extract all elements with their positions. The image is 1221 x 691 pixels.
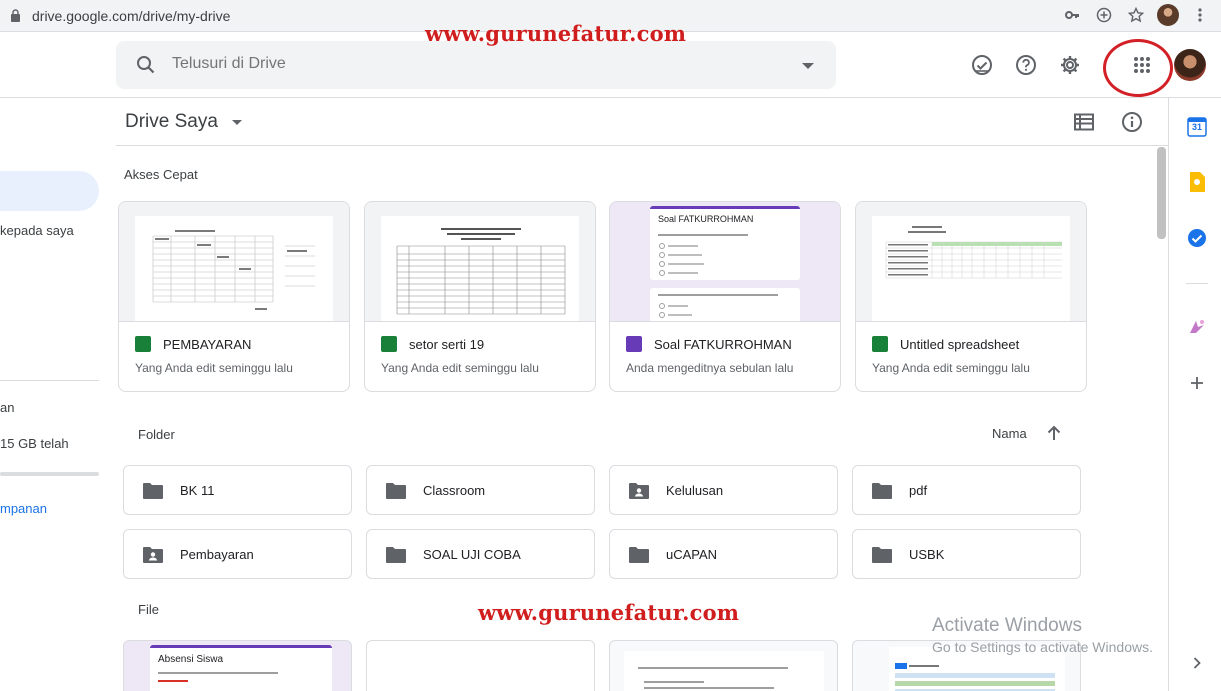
chevron-right-icon[interactable] [1186, 652, 1208, 674]
add-circle-icon[interactable] [1093, 4, 1115, 26]
file-name: PEMBAYARAN [163, 337, 252, 352]
file-card[interactable]: Absensi Siswa [123, 640, 352, 691]
folder-name: USBK [909, 547, 945, 562]
windows-activate-title: Activate Windows [932, 615, 1082, 636]
key-icon[interactable] [1061, 4, 1083, 26]
folder-item[interactable]: Pembayaran [123, 529, 352, 579]
highlight-circle-annotation [1103, 39, 1173, 97]
sidebar-storage-label[interactable]: an [0, 400, 14, 415]
file-activity: Yang Anda edit seminggu lalu [135, 361, 293, 375]
google-sheets-icon [135, 336, 151, 352]
search-bar[interactable] [116, 41, 836, 89]
folder-section-label: Folder [138, 427, 175, 442]
account-avatar[interactable] [1174, 49, 1206, 81]
lock-icon [11, 9, 20, 22]
google-forms-icon [626, 336, 642, 352]
folder-icon [872, 547, 892, 563]
folder-name: Kelulusan [666, 483, 724, 498]
google-sheets-icon [872, 336, 888, 352]
folder-name: SOAL UJI COBA [423, 547, 521, 562]
tasks-icon[interactable] [1186, 227, 1208, 249]
settings-gear-icon[interactable] [1057, 52, 1083, 78]
folder-icon [872, 483, 892, 499]
quick-access-card[interactable]: PEMBAYARAN Yang Anda edit seminggu lalu [118, 201, 350, 392]
help-icon[interactable] [1013, 52, 1039, 78]
file-name: Untitled spreadsheet [900, 337, 1020, 352]
list-view-icon[interactable] [1071, 109, 1097, 135]
file-name: Soal FATKURROHMAN [654, 337, 792, 352]
folder-name: Pembayaran [180, 547, 254, 562]
folder-item[interactable]: pdf [852, 465, 1081, 515]
url-text[interactable]: drive.google.com/drive/my-drive [32, 8, 230, 24]
side-panel-divider [1168, 98, 1169, 691]
info-icon[interactable] [1119, 109, 1145, 135]
sort-by-name-button[interactable]: Nama [992, 426, 1027, 441]
folder-item[interactable]: SOAL UJI COBA [366, 529, 595, 579]
file-preview [856, 202, 1086, 322]
add-addon-icon[interactable] [1186, 372, 1208, 394]
folder-icon [386, 483, 406, 499]
folder-icon [629, 547, 649, 563]
shared-folder-icon [143, 547, 163, 563]
sidebar-storage-used: 15 GB telah [0, 436, 69, 451]
file-name: setor serti 19 [409, 337, 485, 352]
search-icon[interactable] [134, 53, 158, 77]
folder-item[interactable]: Kelulusan [609, 465, 838, 515]
search-input[interactable] [172, 55, 732, 73]
storage-progress-bar [0, 472, 99, 476]
form-preview: Soal FATKURROHMAN [610, 202, 840, 322]
star-icon[interactable] [1125, 4, 1147, 26]
calendar-day: 31 [1191, 122, 1202, 132]
file-activity: Anda mengeditnya sebulan lalu [626, 361, 794, 375]
windows-activate-subtitle: Go to Settings to activate Windows. [932, 639, 1153, 655]
arrow-up-icon[interactable] [1041, 420, 1067, 446]
folder-name: uCAPAN [666, 547, 718, 562]
folder-item[interactable]: uCAPAN [609, 529, 838, 579]
sidebar-item-shared-with-me[interactable]: kepada saya [0, 223, 74, 238]
quick-access-card[interactable]: Untitled spreadsheet Yang Anda edit semi… [855, 201, 1087, 392]
folder-item[interactable]: BK 11 [123, 465, 352, 515]
calendar-icon[interactable]: 31 [1186, 116, 1208, 138]
scrollbar-thumb[interactable] [1157, 147, 1166, 239]
file-preview [365, 202, 595, 322]
folder-name: pdf [909, 483, 928, 498]
my-drive-title-menu[interactable]: Drive Saya [125, 111, 242, 133]
file-activity: Yang Anda edit seminggu lalu [872, 361, 1030, 375]
quick-access-label: Akses Cepat [124, 167, 198, 182]
ready-offline-icon[interactable] [969, 52, 995, 78]
keep-icon[interactable] [1186, 171, 1208, 193]
form-preview-title: Absensi Siswa [158, 654, 224, 665]
browser-profile-avatar[interactable] [1157, 4, 1179, 26]
folder-name: Classroom [423, 483, 486, 498]
file-activity: Yang Anda edit seminggu lalu [381, 361, 539, 375]
title-divider [116, 145, 1168, 146]
shared-folder-icon [629, 483, 649, 499]
more-vert-icon[interactable] [1189, 4, 1211, 26]
folder-icon [143, 483, 163, 499]
search-options-caret-icon[interactable] [802, 63, 814, 69]
file-card[interactable] [366, 640, 595, 691]
watermark-top: www.gurunefatur.com [425, 21, 687, 46]
folder-icon [386, 547, 406, 563]
quick-access-card[interactable]: setor serti 19 Yang Anda edit seminggu l… [364, 201, 596, 392]
google-sheets-icon [381, 336, 397, 352]
page-title: Drive Saya [125, 111, 218, 132]
sidebar-divider [0, 380, 99, 381]
file-preview [119, 202, 349, 322]
folder-item[interactable]: Classroom [366, 465, 595, 515]
file-section-label: File [138, 602, 159, 617]
sidebar-buy-storage-link[interactable]: mpanan [0, 501, 47, 516]
folder-item[interactable]: USBK [852, 529, 1081, 579]
chevron-down-icon [231, 119, 242, 125]
folder-name: BK 11 [180, 483, 215, 498]
quick-access-card[interactable]: Soal FATKURROHMAN Soal FATKURROHMAN Anda… [609, 201, 841, 392]
watermark-bottom: www.gurunefatur.com [478, 600, 740, 625]
addon-icon[interactable] [1186, 316, 1208, 338]
side-panel-separator [1186, 283, 1208, 284]
form-preview-title: Soal FATKURROHMAN [658, 214, 754, 224]
sidebar-item-my-drive-selected[interactable] [0, 171, 99, 211]
file-card[interactable] [609, 640, 838, 691]
